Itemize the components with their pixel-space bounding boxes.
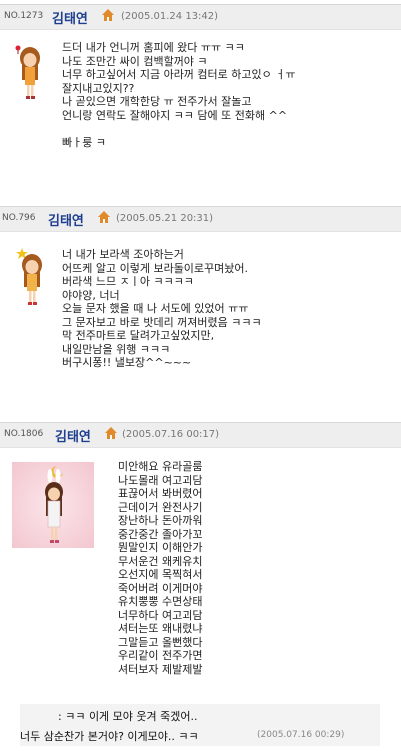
content-line: 버라색 느므 ㅈㅣ아 ㅋㅋㅋㅋ (62, 275, 194, 288)
content-line: 장난하나 돈아까워 (118, 514, 203, 527)
content-line: 언니랑 연락도 잘해야지 ㅋㅋ 담에 또 전화해 ^^ (62, 108, 288, 122)
minihome-icon[interactable] (105, 427, 117, 439)
post-author[interactable]: 김태연 (52, 8, 88, 27)
avatar-icon (15, 45, 40, 99)
comment-text: 너두 삼순찬가 본거야? 이게모야.. ㅋㅋ (20, 730, 199, 743)
avatar-frame (12, 462, 94, 548)
content-line: 무서운건 왜케유치 (118, 554, 203, 568)
content-line: 그말듣고 올뻔했다 (118, 635, 203, 649)
content-line: 중간중간 졸아가꼬 (118, 527, 203, 541)
content-line: 표끊어서 봐버렸어 (118, 487, 203, 500)
minihome-icon[interactable] (98, 211, 110, 223)
post-content: 미안해요 유라골룸 나도몰래 여고괴담 표끊어서 봐버렸어 근데이거 완전사기 … (118, 460, 202, 676)
post-date: (2005.07.16 00:17) (122, 429, 220, 440)
content-line: 오선지에 목찍혀서 (118, 568, 203, 581)
comment-text: : ㅋㅋ 이게 모야 웃겨 죽겠어.. (58, 710, 198, 723)
content-line: 드더 내가 언니꺼 홈피에 왔다 ㅠㅠ ㅋㅋ (62, 41, 245, 54)
post-content: 너 내가 보라색 조아하는거 어뜨케 알고 이렇게 보라돌이로꾸며놨어. 버라색… (62, 248, 262, 370)
post-body: 너 내가 보라색 조아하는거 어뜨케 알고 이렇게 보라돌이로꾸며놨어. 버라색… (0, 234, 401, 392)
post-body: 미안해요 유라골룸 나도몰래 여고괴담 표끊어서 봐버렸어 근데이거 완전사기 … (0, 450, 401, 726)
avatar-icon (45, 466, 63, 543)
comment-date: (2005.07.16 00:29) (257, 730, 345, 740)
content-line: 유치뿡뿡 수면상태 (118, 595, 203, 608)
content-line: 뭔말인지 이해안가 (118, 541, 203, 554)
post-author[interactable]: 김태연 (55, 426, 91, 445)
content-line: 오늘 문자 했을 때 나 서도에 있었어 ㅠㅠ (62, 302, 249, 315)
post-number: NO.796 (2, 213, 36, 223)
content-line: 잘지내고있지?? (62, 81, 135, 95)
content-line: 그 문자보고 바로 밧데리 꺼져버렸음 ㅋㅋㅋ (62, 315, 262, 329)
content-line: 야야양, 너너 (62, 288, 120, 302)
post-content: 드더 내가 언니꺼 홈피에 왔다 ㅠㅠ ㅋㅋ 나도 조만간 싸이 컴백할꺼야 ㅋ… (62, 41, 296, 149)
content-line: 막 전주마트로 달려가고싶었지만, (62, 329, 215, 342)
avatar-icon (16, 248, 42, 305)
post-number: NO.1806 (4, 429, 44, 439)
content-line: 너무 하고싶어서 지금 아라꺼 컴터로 하고있ㅇ ㅓㅠ (62, 68, 296, 81)
content-line: 우리같이 전주가면 (118, 649, 203, 662)
content-line: 버구시퐁!! 낼보장^^~~~ (62, 356, 192, 369)
content-line: 근데이거 완전사기 (118, 500, 203, 514)
comment-row: 너두 삼순찬가 본거야? 이게모야.. ㅋㅋ (2005.07.16 00:29… (20, 724, 380, 746)
content-line: 어뜨케 알고 이렇게 보라돌이로꾸며놨어. (62, 261, 249, 275)
content-line: 셔터는또 왜내렸냐 (118, 622, 203, 635)
post-number: NO.1273 (4, 11, 44, 21)
content-line: 빠ㅏ룽 ㅋ (62, 135, 106, 149)
post-body: 드더 내가 언니꺼 홈피에 왔다 ㅠㅠ ㅋㅋ 나도 조만간 싸이 컴백할꺼야 ㅋ… (0, 30, 401, 210)
comment-row: : ㅋㅋ 이게 모야 웃겨 죽겠어.. (20, 704, 380, 726)
content-line: 너무하다 여고괴담 (118, 608, 203, 622)
post-header: NO.1273 김태연 (2005.01.24 13:42) (0, 4, 401, 30)
post-author[interactable]: 김태연 (48, 210, 84, 229)
content-line (62, 122, 296, 136)
post-header: NO.1806 김태연 (2005.07.16 00:17) (0, 422, 401, 448)
content-line: 나 곧있으면 개학한당 ㅠ 전주가서 잘놀고 (62, 95, 252, 108)
content-line: 나도몰래 여고괴담 (118, 473, 203, 487)
content-line: 너 내가 보라색 조아하는거 (62, 248, 184, 261)
content-line: 미안해요 유라골룸 (118, 460, 203, 473)
minihome-icon[interactable] (102, 9, 114, 21)
content-line: 나도 조만간 싸이 컴백할꺼야 ㅋ (62, 54, 208, 68)
content-line: 셔터보자 제발제발 (118, 662, 203, 676)
content-line: 죽어버려 이게머야 (118, 581, 203, 595)
post-header: NO.796 김태연 (2005.05.21 20:31) (0, 206, 401, 232)
post-date: (2005.01.24 13:42) (121, 11, 219, 22)
post-date: (2005.05.21 20:31) (116, 213, 214, 224)
content-line: 내일만남을 위행 ㅋㅋㅋ (62, 342, 171, 356)
